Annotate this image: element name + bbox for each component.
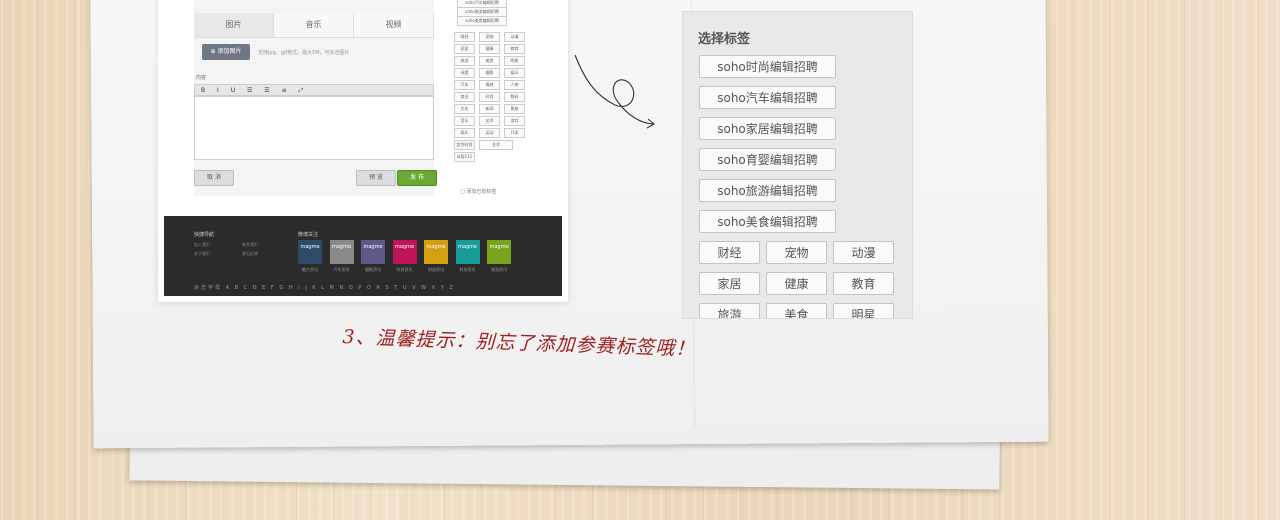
tag-option[interactable]: 健康 (766, 272, 827, 295)
magazine-cover[interactable]: magme (392, 240, 417, 264)
mini-tag[interactable]: 明星 (504, 56, 525, 66)
magazine-caption: 科技资讯 (459, 267, 476, 272)
mini-tag[interactable]: 情感 (479, 80, 500, 90)
tag-option[interactable]: 教育 (833, 272, 894, 295)
magazine-caption: 摄影资讯 (365, 267, 381, 272)
mini-tag[interactable]: 开发 (504, 128, 525, 138)
editor-screenshot: 图片 音乐 视频 ⊕ 添加图片 支持jpg、gif格式，最大5M，可多选图片 内… (164, 0, 562, 296)
format-toolbar[interactable]: B I U ☰ ☰ ≡ ⤢ (194, 84, 434, 96)
mini-tag[interactable]: 动漫 (504, 32, 525, 42)
site-footer: 快捷导航 加入我们 关于我们 联系我们 意见反馈 微博关注 magme 魅力资讯 m… (164, 216, 562, 296)
tab-image[interactable]: 图片 (194, 13, 274, 37)
mini-tag[interactable]: 母婴111 (454, 152, 475, 162)
magazine-caption: 旅游资讯 (491, 267, 507, 272)
content-label: 内容 (196, 75, 207, 81)
mini-tag[interactable]: 音乐 (454, 116, 475, 126)
panel-title: 选择标签 (698, 32, 751, 47)
magazine-cover[interactable]: magme (298, 240, 322, 264)
mini-tag[interactable]: 美食 (479, 56, 500, 66)
footer-link[interactable]: 加入我们 (194, 242, 210, 248)
footer-follow-title: 微博关注 (298, 232, 319, 238)
add-image-button[interactable]: ⊕ 添加图片 (202, 44, 250, 60)
mini-tag[interactable]: 人物 (504, 80, 525, 90)
tag-option[interactable]: 动漫 (833, 241, 894, 264)
tag-option[interactable]: 明星 (833, 303, 894, 318)
mini-tag[interactable]: 数码 (504, 92, 525, 102)
add-existing-tag-checkbox[interactable]: □ 添加已有标签 (460, 188, 496, 195)
tag-option[interactable]: 美食 (766, 303, 827, 318)
footer-link[interactable]: 意见反馈 (242, 251, 258, 257)
media-tabs: 图片 音乐 视频 (194, 13, 434, 38)
tag-option[interactable]: 旅游 (699, 303, 760, 318)
magazine-caption: 魅力资讯 (302, 267, 318, 272)
mini-tag[interactable]: 财经 (454, 32, 475, 42)
publish-button[interactable]: 发 布 (397, 170, 437, 186)
magazine-cover[interactable]: magme (424, 240, 448, 264)
mini-tag[interactable]: 游戏 (504, 116, 525, 126)
magazine-cover[interactable]: magme (329, 240, 354, 264)
mini-tag[interactable]: 时尚 (479, 92, 500, 102)
tab-video[interactable]: 视频 (354, 13, 434, 37)
preview-button[interactable]: 预 览 (356, 170, 396, 186)
mini-tag[interactable]: 女性时尚 (454, 140, 475, 150)
mini-tag[interactable]: 宠物 (479, 32, 500, 42)
magazine-cover[interactable]: magme (455, 240, 480, 264)
tag-option[interactable]: soho育婴编辑招聘 (699, 148, 836, 171)
select-tags-panel: 选择标签 soho时尚编辑招聘 soho汽车编辑招聘 soho家居编辑招聘 soho育… (683, 12, 912, 318)
mini-tag[interactable]: 母婴 (454, 68, 475, 78)
add-image-label: 添加图片 (217, 48, 242, 55)
hand-drawn-arrow-icon (574, 54, 655, 129)
mini-tag[interactable]: 旅游 (454, 56, 475, 66)
mini-tag[interactable]: 文化 (454, 104, 475, 114)
tag-option[interactable]: soho汽车编辑招聘 (699, 86, 836, 109)
tag-option[interactable]: 家居 (699, 272, 760, 295)
magazine-caption: 时尚资讯 (396, 267, 413, 272)
cancel-button[interactable]: 取 消 (194, 170, 234, 186)
post-editor: 图片 音乐 视频 ⊕ 添加图片 支持jpg、gif格式，最大5M，可多选图片 内… (194, 0, 437, 196)
mini-tag[interactable]: 汽车 (454, 80, 475, 90)
tag-option[interactable]: soho美食编辑招聘 (699, 210, 836, 233)
mini-tag[interactable]: 健康 (479, 44, 500, 54)
tab-music[interactable]: 音乐 (274, 13, 354, 37)
mini-tag[interactable]: soho美食编辑招聘 (457, 16, 507, 26)
magazine-caption: 财经资讯 (428, 267, 444, 272)
footer-link[interactable]: 关于我们 (194, 251, 210, 257)
tag-option[interactable]: soho旅游编辑招聘 (699, 179, 836, 202)
mini-tag[interactable]: 家居 (454, 44, 475, 54)
mini-tag[interactable]: 星座 (504, 104, 525, 114)
mini-tag-grid: soho汽车编辑招聘 soho旅游编辑招聘 soho美食编辑招聘 财经 宠物 动漫 家居 健康… (454, 0, 536, 196)
tag-option[interactable]: 宠物 (766, 241, 827, 264)
tag-option[interactable]: 财经 (699, 241, 760, 264)
mini-tag[interactable]: 娱乐 (454, 128, 475, 138)
alphabet-index[interactable]: 杂志字母 A B C D E F G H I J K L M N O P Q R… (194, 284, 455, 291)
magazine-caption: 汽车资讯 (333, 267, 350, 272)
footer-nav-title: 快捷导航 (194, 232, 215, 238)
mini-tag[interactable]: 艺术 (479, 116, 500, 126)
tag-option[interactable]: soho时尚编辑招聘 (699, 55, 836, 78)
magazine-cover[interactable]: magme (487, 240, 511, 264)
content-textarea[interactable] (194, 96, 434, 160)
mini-tag[interactable]: 商业 (454, 92, 475, 102)
tag-option[interactable]: soho家居编辑招聘 (699, 117, 836, 140)
mini-tag[interactable]: 新闻 (479, 104, 500, 114)
mini-tag[interactable]: 艺术 (479, 140, 513, 150)
mini-tag[interactable]: 教育 (504, 44, 525, 54)
upload-hint: 支持jpg、gif格式，最大5M，可多选图片 (258, 50, 350, 56)
mini-tag[interactable]: 娱乐 (504, 68, 525, 78)
magazine-cover[interactable]: magme (361, 240, 385, 264)
footer-link[interactable]: 联系我们 (242, 242, 258, 248)
mini-tag[interactable]: 摄影 (479, 68, 500, 78)
mini-tag[interactable]: 运动 (479, 128, 500, 138)
